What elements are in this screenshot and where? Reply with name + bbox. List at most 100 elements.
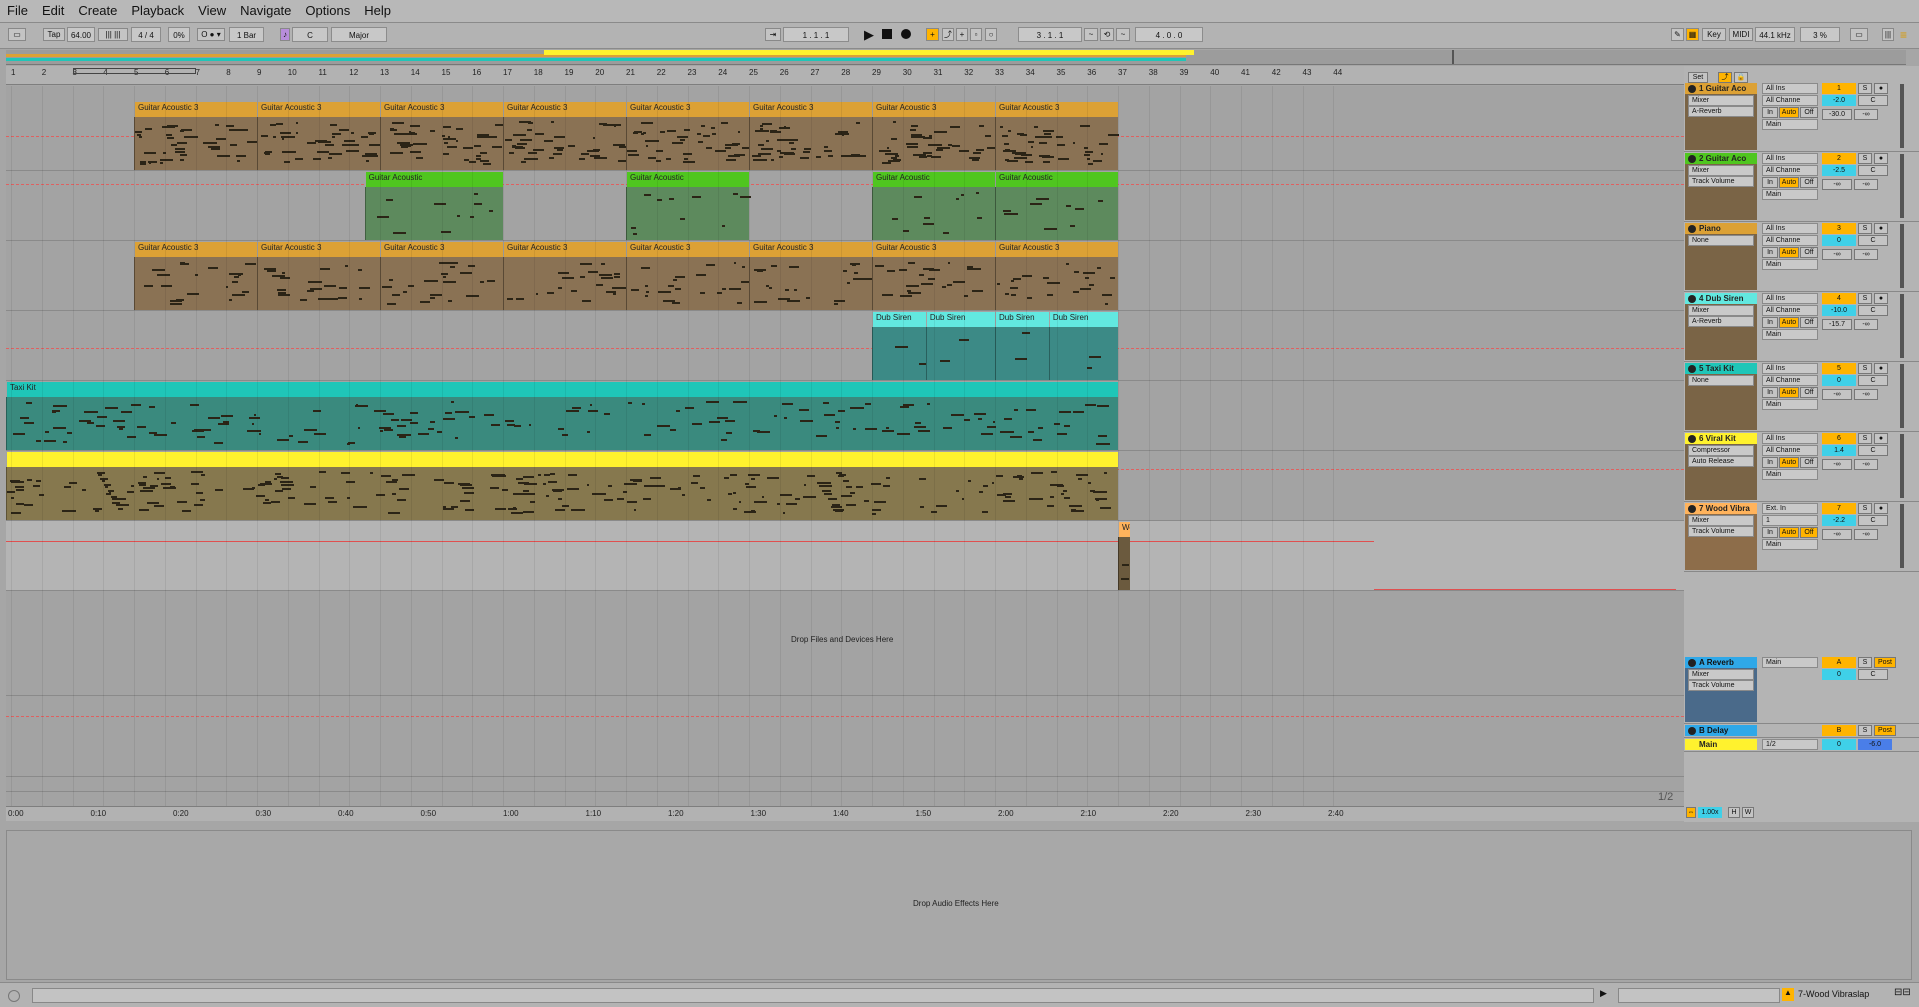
device-chooser[interactable]: Mixer: [1688, 95, 1754, 106]
fold-all-icon[interactable]: ⇔: [1686, 807, 1696, 818]
fold-icon[interactable]: [1688, 225, 1696, 233]
device-chooser[interactable]: Mixer: [1688, 165, 1754, 176]
quantize-select[interactable]: 1 Bar: [229, 27, 264, 42]
height-button[interactable]: H: [1728, 807, 1740, 818]
track-activator[interactable]: 6: [1822, 433, 1856, 444]
record-icon[interactable]: [901, 29, 911, 39]
pan-field[interactable]: C: [1858, 445, 1888, 456]
output-select[interactable]: Main: [1762, 259, 1818, 270]
monitor-off-button[interactable]: Off: [1800, 317, 1818, 328]
parameter-chooser[interactable]: Track Volume: [1688, 680, 1754, 691]
midi-map-button[interactable]: MIDI: [1729, 28, 1753, 41]
post-button[interactable]: Post: [1874, 657, 1896, 668]
send-b-field[interactable]: -∞: [1854, 319, 1878, 330]
clip-title[interactable]: Taxi Kit: [7, 382, 1118, 397]
send-a-field[interactable]: -∞: [1822, 179, 1852, 190]
volume-field[interactable]: 0: [1822, 669, 1856, 680]
track-name[interactable]: 1 Guitar Aco: [1685, 83, 1757, 94]
punch-in-icon[interactable]: ~: [1084, 28, 1098, 41]
clip[interactable]: [6, 452, 1118, 520]
pan-field[interactable]: C: [1858, 669, 1888, 680]
send-a-field[interactable]: -∞: [1822, 389, 1852, 400]
monitor-auto-button[interactable]: Auto: [1779, 317, 1799, 328]
solo-button[interactable]: S: [1858, 433, 1872, 444]
scroll-bar[interactable]: [1618, 988, 1780, 1003]
monitor-auto-button[interactable]: Auto: [1779, 247, 1799, 258]
fold-icon[interactable]: [1688, 365, 1696, 373]
clip-title[interactable]: Dub Siren: [1049, 312, 1118, 327]
monitor-off-button[interactable]: Off: [1800, 527, 1818, 538]
info-icon[interactable]: [8, 990, 20, 1002]
volume-field[interactable]: 0: [1822, 375, 1856, 386]
session-record-icon[interactable]: ○: [985, 28, 997, 41]
send-b-field[interactable]: -∞: [1854, 459, 1878, 470]
track-activator[interactable]: 3: [1822, 223, 1856, 234]
nudge-icon[interactable]: ||| |||: [98, 28, 128, 41]
solo-button[interactable]: S: [1858, 725, 1872, 736]
monitor-auto-button[interactable]: Auto: [1779, 177, 1799, 188]
track-name[interactable]: 5 Taxi Kit: [1685, 363, 1757, 374]
automation-line[interactable]: [6, 541, 1374, 542]
volume-field[interactable]: -2.2: [1822, 515, 1856, 526]
input-channel-select[interactable]: All Channe: [1762, 445, 1818, 456]
arm-icon[interactable]: ●: [1874, 503, 1888, 514]
arm-icon[interactable]: ●: [1874, 433, 1888, 444]
menu-edit[interactable]: Edit: [35, 0, 71, 22]
input-channel-select[interactable]: All Channe: [1762, 95, 1818, 106]
output-select[interactable]: Main: [1762, 657, 1818, 668]
fold-icon[interactable]: [1688, 85, 1696, 93]
output-select[interactable]: Main: [1762, 539, 1818, 550]
clip[interactable]: Dub Siren: [995, 312, 1049, 380]
send-a-field[interactable]: -∞: [1822, 249, 1852, 260]
track-activator[interactable]: B: [1822, 725, 1856, 736]
pan-field[interactable]: C: [1858, 95, 1888, 106]
output-select[interactable]: Main: [1762, 189, 1818, 200]
master-pan-field[interactable]: -6.0: [1858, 739, 1892, 750]
monitor-off-button[interactable]: Off: [1800, 387, 1818, 398]
send-a-field[interactable]: -∞: [1822, 529, 1852, 540]
arrangement-overview[interactable]: [6, 50, 1906, 65]
menu-playback[interactable]: Playback: [124, 0, 191, 22]
menu-create[interactable]: Create: [71, 0, 124, 22]
device-chooser[interactable]: None: [1688, 375, 1754, 386]
input-channel-select[interactable]: All Channe: [1762, 375, 1818, 386]
overdub-icon[interactable]: +: [926, 28, 939, 41]
volume-field[interactable]: -10.0: [1822, 305, 1856, 316]
volume-field[interactable]: 0: [1822, 235, 1856, 246]
solo-button[interactable]: S: [1858, 363, 1872, 374]
input-type-select[interactable]: All Ins: [1762, 433, 1818, 444]
automation-line[interactable]: [1374, 589, 1676, 590]
follow-icon[interactable]: ⇥: [765, 28, 781, 41]
send-b-field[interactable]: -∞: [1854, 179, 1878, 190]
scale-toggle-icon[interactable]: ♪: [280, 28, 290, 41]
device-chooser[interactable]: Mixer: [1688, 515, 1754, 526]
send-a-field[interactable]: -30.0: [1822, 109, 1852, 120]
clip-title[interactable]: Dub Siren: [926, 312, 995, 327]
input-type-select[interactable]: All Ins: [1762, 83, 1818, 94]
stop-icon[interactable]: [882, 29, 892, 39]
monitor-off-button[interactable]: Off: [1800, 247, 1818, 258]
bar-ruler[interactable]: 1 2 3 4 5 6 7 8 9 10 11 12 13 14 15 16 17 18 19 20 21 22 23 24 2…: [6, 66, 1684, 85]
return-name[interactable]: B Delay: [1685, 725, 1757, 736]
solo-button[interactable]: S: [1858, 153, 1872, 164]
fold-icon[interactable]: [1688, 659, 1696, 667]
track-name[interactable]: Piano: [1685, 223, 1757, 234]
draw-mode-icon[interactable]: ✎: [1671, 28, 1684, 41]
monitor-off-button[interactable]: Off: [1800, 107, 1818, 118]
input-type-select[interactable]: Ext. In: [1762, 503, 1818, 514]
key-map-button[interactable]: Key: [1702, 28, 1726, 41]
output-select[interactable]: Main: [1762, 329, 1818, 340]
track-name[interactable]: 6 Viral Kit: [1685, 433, 1757, 444]
position-field[interactable]: 1 . 1 . 1: [783, 27, 849, 42]
arrangement-view-icon[interactable]: |||: [1882, 28, 1894, 41]
loop-start-field[interactable]: 3 . 1 . 1: [1018, 27, 1082, 42]
pan-field[interactable]: C: [1858, 375, 1888, 386]
arm-icon[interactable]: ●: [1874, 223, 1888, 234]
clip-title[interactable]: [7, 452, 1118, 467]
monitor-in-button[interactable]: In: [1762, 177, 1778, 188]
scroll-right-icon[interactable]: ▶: [1600, 988, 1607, 999]
solo-button[interactable]: S: [1858, 293, 1872, 304]
clip[interactable]: Dub Siren: [872, 312, 929, 380]
arm-icon[interactable]: ●: [1874, 293, 1888, 304]
keyboard-icon[interactable]: ▦: [1686, 28, 1699, 41]
